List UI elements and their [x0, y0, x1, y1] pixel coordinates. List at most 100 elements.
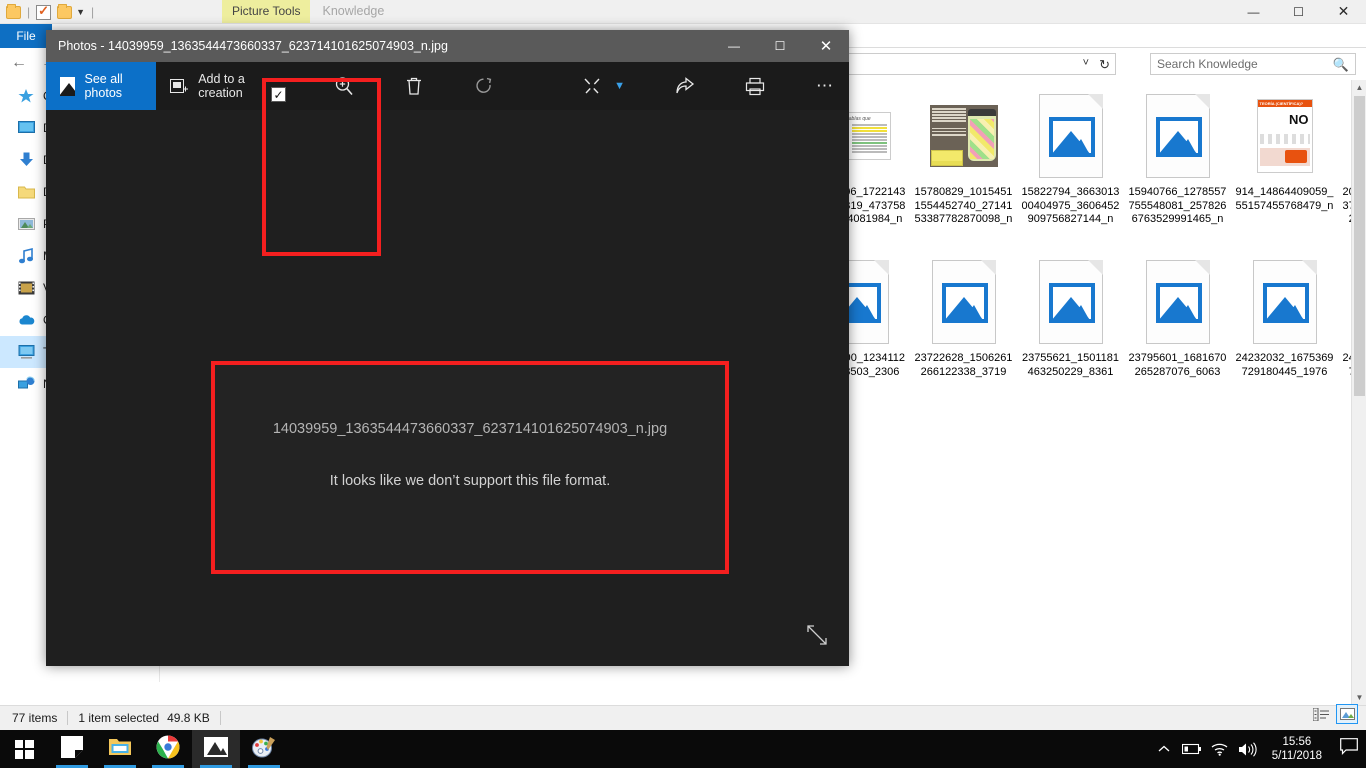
file-icon	[931, 260, 996, 344]
folder-icon[interactable]	[6, 3, 21, 19]
clock[interactable]: 15:56 5/11/2018	[1262, 735, 1332, 763]
address-chevron-down-icon[interactable]: ˅	[1083, 57, 1089, 69]
explorer-close-button[interactable]: ✕	[1321, 0, 1366, 23]
file-item[interactable]: 24232032_1675369729180445_1976	[1231, 250, 1338, 416]
photos-maximize-button[interactable]: ☐	[757, 30, 803, 62]
photos-toolbar: See all photos Add to a creation ▼ ⋯	[46, 62, 849, 110]
photos-close-button[interactable]: ✕	[803, 30, 849, 62]
thumbnail-image: TEORÍA (CIENTÍFICA)? NO	[1256, 99, 1313, 173]
file-item[interactable]: 15780829_10154511554452740_2714153387782…	[910, 84, 1017, 250]
windows-taskbar: 15:56 5/11/2018	[0, 730, 1366, 768]
add-to-creation-button[interactable]: Add to a creation	[156, 62, 274, 110]
add-to-creation-label: Add to a creation	[198, 72, 245, 100]
picture-tools-label: Picture Tools	[222, 0, 311, 23]
chevron-down-icon[interactable]: ▼	[614, 80, 625, 92]
view-mode-buttons	[1310, 704, 1358, 724]
status-bar: 77 items 1 item selected 49.8 KB	[0, 705, 1366, 730]
file-item[interactable]: 15822794_366301300404975_360645290975682…	[1017, 84, 1124, 250]
error-message: It looks like we don’t support this file…	[329, 473, 611, 489]
trash-icon	[404, 76, 424, 96]
search-input[interactable]: Search Knowledge 🔍	[1150, 53, 1356, 75]
file-name-label: 914_14864409059_55157455768479_n	[1235, 186, 1334, 212]
clock-time: 15:56	[1282, 736, 1312, 748]
print-button[interactable]	[731, 62, 779, 110]
file-item[interactable]: 15940766_1278557755548081_25782667635299…	[1124, 84, 1231, 250]
file-name-label: 23722628_1506261266122338_3719	[914, 352, 1013, 378]
chevron-down-icon[interactable]: ▼	[76, 7, 85, 17]
file-item[interactable]: 23795601_1681670265287076_6063	[1124, 250, 1231, 416]
more-options-button[interactable]: ⋯	[801, 62, 849, 110]
pictures-icon	[18, 216, 35, 232]
large-icons-view-button[interactable]	[1336, 704, 1358, 724]
properties-icon[interactable]	[36, 3, 52, 20]
paint-button[interactable]	[240, 730, 288, 768]
photos-title-text: Photos - 14039959_1363544473660337_62371…	[58, 39, 448, 53]
file-list-scrollbar[interactable]: ▲ ▼	[1351, 80, 1366, 705]
documents-folder-icon	[18, 184, 35, 200]
explorer-window-controls: — ☐ ✕	[1231, 0, 1366, 23]
photos-minimize-button[interactable]: —	[711, 30, 757, 62]
start-button[interactable]	[0, 730, 48, 768]
sticky-notes-button[interactable]	[48, 730, 96, 768]
file-explorer-icon	[108, 736, 132, 762]
file-item[interactable]: 23722628_1506261266122338_3719	[910, 250, 1017, 416]
qat-divider-2: |	[91, 5, 95, 19]
rotate-button[interactable]	[460, 62, 508, 110]
scrollbar-thumb[interactable]	[1354, 96, 1365, 396]
status-divider	[67, 711, 69, 725]
file-name-label: 15822794_366301300404975_360645290975682…	[1021, 186, 1120, 225]
back-button[interactable]: ←	[8, 54, 30, 74]
explorer-title-bar: | ▼ | Picture Tools Knowledge — ☐ ✕	[0, 0, 1366, 24]
file-icon	[1252, 260, 1317, 344]
file-explorer-button[interactable]	[96, 730, 144, 768]
item-count-label: 77 items	[12, 711, 58, 725]
sticky-notes-icon	[61, 735, 83, 763]
wifi-icon[interactable]	[1206, 730, 1234, 768]
chrome-button[interactable]	[144, 730, 192, 768]
quick-access-toolbar: | ▼ |	[6, 2, 94, 22]
paint-icon	[252, 736, 276, 763]
search-icon[interactable]: 🔍	[1333, 57, 1349, 73]
clock-date: 5/11/2018	[1271, 750, 1322, 762]
file-icon	[1145, 260, 1210, 344]
file-item[interactable]: TEORÍA (CIENTÍFICA)? NO 914_14864409059_55…	[1231, 84, 1338, 250]
delete-button[interactable]	[390, 62, 438, 110]
file-item[interactable]: 20525209_463257837390146_759624828792868…	[1338, 84, 1351, 250]
explorer-maximize-button[interactable]: ☐	[1276, 0, 1321, 23]
selection-size-label: 49.8 KB	[167, 711, 210, 725]
photos-title-bar: Photos - 14039959_1363544473660337_62371…	[46, 30, 849, 62]
show-hidden-icons-button[interactable]	[1150, 730, 1178, 768]
music-note-icon	[18, 247, 35, 264]
new-folder-icon[interactable]	[57, 3, 73, 19]
action-center-button[interactable]	[1332, 730, 1366, 768]
photos-app-window: Photos - 14039959_1363544473660337_62371…	[46, 30, 849, 666]
file-item[interactable]: 23755621_1501181463250229_8361	[1017, 250, 1124, 416]
explorer-minimize-button[interactable]: —	[1231, 0, 1276, 23]
details-view-button[interactable]	[1310, 704, 1332, 724]
download-icon	[18, 152, 35, 168]
tab-knowledge[interactable]: Knowledge	[310, 0, 396, 23]
share-button[interactable]	[661, 62, 709, 110]
system-tray: 15:56 5/11/2018	[1150, 730, 1366, 768]
file-name-label: 15780829_10154511554452740_2714153387782…	[914, 186, 1013, 225]
see-all-photos-button[interactable]: See all photos	[46, 62, 157, 110]
file-icon	[1038, 260, 1103, 344]
selection-checkbox[interactable]: ✓	[271, 87, 286, 102]
photos-button[interactable]	[192, 730, 240, 768]
zoom-button[interactable]	[320, 62, 368, 110]
scroll-down-arrow-icon[interactable]: ▼	[1352, 690, 1366, 705]
file-icon	[1145, 94, 1210, 178]
edit-create-button[interactable]: ▼	[568, 62, 639, 110]
expand-fullscreen-icon[interactable]	[807, 625, 827, 650]
photos-collection-icon	[60, 76, 76, 96]
photos-icon	[204, 736, 228, 762]
file-name-label: 24232032_1675369729180445_1976	[1235, 352, 1334, 378]
tab-file[interactable]: File	[0, 24, 52, 48]
refresh-icon[interactable]: ↻	[1099, 57, 1110, 73]
print-icon	[745, 76, 765, 96]
file-item[interactable]: 24294131_716005475255734_13602	[1338, 250, 1351, 416]
scroll-up-arrow-icon[interactable]: ▲	[1352, 80, 1366, 95]
volume-icon[interactable]	[1234, 730, 1262, 768]
see-all-photos-label: See all photos	[84, 72, 123, 100]
battery-icon[interactable]	[1178, 730, 1206, 768]
